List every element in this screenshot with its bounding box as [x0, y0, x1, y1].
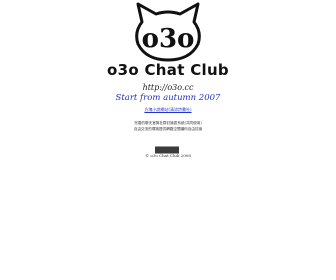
description-line-2: 自由交流的環境提供網路空間讓你自由討論	[133, 126, 203, 131]
logo: o3o	[0, 2, 336, 64]
novel-site-link[interactable]: 方塊小說網站(清涼詩書社)	[144, 107, 191, 112]
site-title: o3o Chat Club	[107, 61, 229, 79]
link-row: 方塊小說網站(清涼詩書社)	[0, 107, 336, 112]
cat-logo-icon: o3o	[135, 2, 201, 62]
svg-text:o3o: o3o	[142, 24, 195, 54]
page: o3o o3o Chat Club http://o3o.cc Start fr…	[0, 0, 336, 280]
copyright: © o3o Chat Club 2008	[145, 153, 191, 158]
tagline: Start from autumn 2007	[115, 93, 221, 103]
description: 完善的聊天室與社群討論區系統(共同使用) 自由交流的環境提供網路空間讓你自由討論	[0, 121, 336, 132]
site-url: http://o3o.cc	[142, 83, 194, 92]
